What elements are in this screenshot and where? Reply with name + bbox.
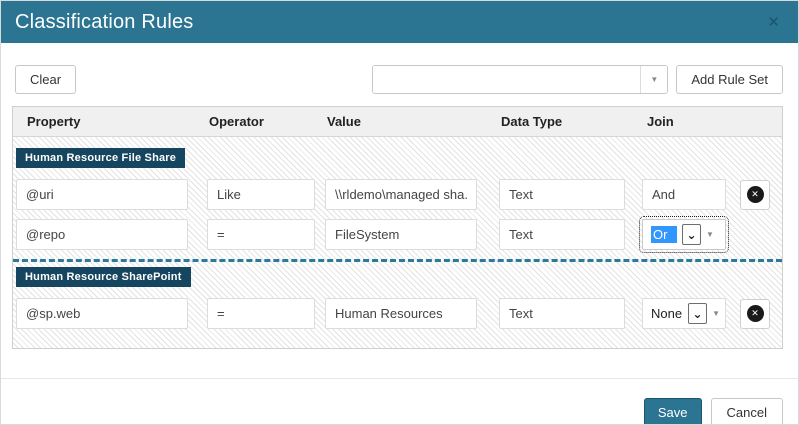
- dropdown-arrow-icon[interactable]: ▼: [706, 230, 714, 239]
- dropdown-arrow-icon: ▼: [650, 75, 658, 84]
- ruleset-combobox[interactable]: ▼: [372, 65, 668, 94]
- close-icon[interactable]: ✕: [763, 11, 784, 34]
- operator-field[interactable]: [207, 298, 315, 329]
- column-header-operator: Operator: [207, 114, 315, 129]
- value-field[interactable]: [325, 219, 477, 250]
- table-row: ✕: [13, 179, 782, 210]
- data-type-field[interactable]: [499, 298, 625, 329]
- rule-group-file-share: Human Resource File Share ✕: [13, 143, 782, 250]
- value-field[interactable]: [325, 179, 477, 210]
- group-badge: Human Resource SharePoint: [16, 267, 191, 287]
- delete-icon: ✕: [747, 305, 764, 322]
- dropdown-arrow-icon[interactable]: ▼: [712, 309, 720, 318]
- column-header-data-type: Data Type: [499, 114, 625, 129]
- delete-rule-button[interactable]: ✕: [740, 180, 770, 210]
- operator-field[interactable]: [207, 219, 315, 250]
- group-badge: Human Resource File Share: [16, 148, 185, 168]
- footer: Save Cancel: [1, 379, 798, 425]
- column-header-property: Property: [16, 114, 188, 129]
- ruleset-combo-input[interactable]: [373, 66, 640, 93]
- join-selected-value: None: [651, 306, 683, 321]
- rules-table: Property Operator Value Data Type Join H…: [12, 106, 783, 349]
- delete-rule-button[interactable]: ✕: [740, 299, 770, 329]
- rule-group-sharepoint: Human Resource SharePoint None ⌄ ▼: [13, 262, 782, 329]
- data-type-field[interactable]: [499, 179, 625, 210]
- dialog-titlebar: Classification Rules ✕: [1, 1, 798, 43]
- select-chevron-icon[interactable]: ⌄: [682, 224, 701, 245]
- delete-icon: ✕: [747, 186, 764, 203]
- value-field[interactable]: [325, 298, 477, 329]
- dialog-title: Classification Rules: [15, 11, 194, 34]
- property-field[interactable]: [16, 179, 188, 210]
- data-type-field[interactable]: [499, 219, 625, 250]
- classification-rules-dialog: Classification Rules ✕ Clear ▼ Add Rule …: [0, 0, 799, 425]
- save-button[interactable]: Save: [644, 398, 702, 425]
- property-field[interactable]: [16, 298, 188, 329]
- column-header-join: Join: [642, 114, 726, 129]
- table-row: None ⌄ ▼ ✕: [13, 298, 782, 329]
- join-select[interactable]: None ⌄ ▼: [642, 298, 726, 329]
- ruleset-combo-arrow-button[interactable]: ▼: [640, 66, 667, 93]
- clear-button[interactable]: Clear: [15, 65, 76, 94]
- join-field[interactable]: [642, 179, 726, 210]
- join-selected-value: Or: [651, 226, 677, 243]
- cancel-button[interactable]: Cancel: [711, 398, 783, 425]
- table-body: Human Resource File Share ✕: [13, 137, 782, 348]
- toolbar: Clear ▼ Add Rule Set: [1, 43, 798, 104]
- operator-field[interactable]: [207, 179, 315, 210]
- table-row: Or ⌄ ▼: [13, 219, 782, 250]
- property-field[interactable]: [16, 219, 188, 250]
- add-rule-set-button[interactable]: Add Rule Set: [676, 65, 783, 94]
- table-header-row: Property Operator Value Data Type Join: [13, 107, 782, 137]
- join-select[interactable]: Or ⌄ ▼: [642, 219, 726, 250]
- column-header-value: Value: [325, 114, 477, 129]
- select-chevron-icon[interactable]: ⌄: [688, 303, 707, 324]
